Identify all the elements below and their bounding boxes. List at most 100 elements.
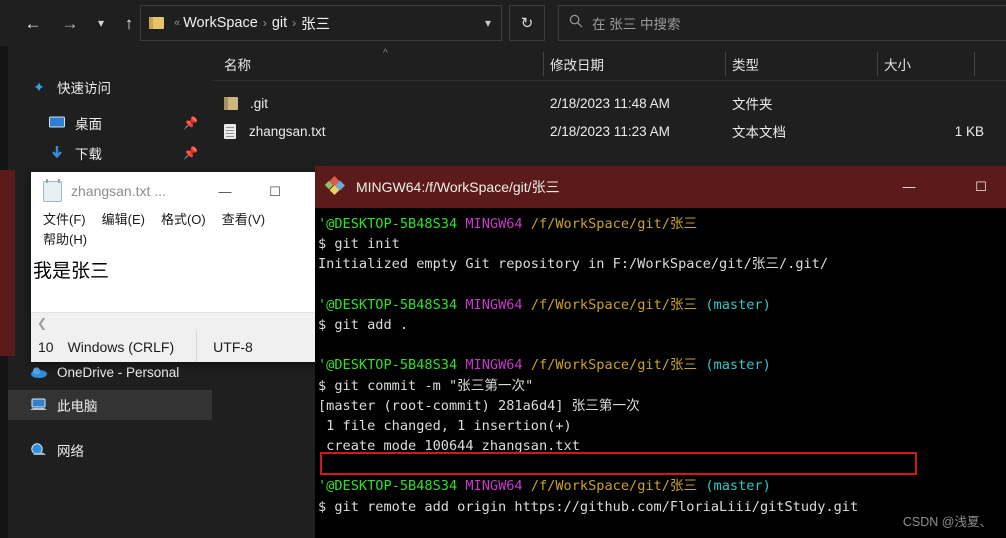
column-divider[interactable]: [974, 52, 975, 76]
menu-item-format[interactable]: 格式(O): [161, 210, 206, 230]
breadcrumb-overflow[interactable]: «: [174, 17, 180, 29]
notepad-horizontal-scrollbar[interactable]: ❮: [31, 312, 319, 332]
sidebar-item-label: 快速访问: [57, 81, 111, 96]
terminal-minimize-button[interactable]: —: [894, 179, 924, 194]
status-divider: [196, 331, 198, 362]
terminal-title: MINGW64:/f/WorkSpace/git/张三: [356, 179, 560, 195]
file-name-cell[interactable]: zhangsan.txt: [224, 118, 544, 144]
file-size-cell: [884, 90, 984, 116]
chevron-down-icon[interactable]: ▾: [485, 16, 491, 30]
refresh-icon: ↻: [520, 15, 534, 32]
sidebar-item-this-pc[interactable]: 此电脑: [8, 390, 212, 420]
star-icon: ✦: [33, 79, 45, 95]
column-header-size[interactable]: 大小: [884, 48, 984, 80]
terminal-output[interactable]: '@DESKTOP-5B48S34 MINGW64 /f/WorkSpace/g…: [315, 208, 1006, 538]
menu-item-view[interactable]: 查看(V): [222, 210, 265, 230]
notepad-window[interactable]: zhangsan.txt ... — ☐ 文件(F) 编辑(E) 格式(O) 查…: [31, 172, 319, 362]
notepad-menu-bar-row1: 文件(F) 编辑(E) 格式(O) 查看(V): [31, 210, 319, 230]
sidebar-item-quick-access[interactable]: ✦ 快速访问: [8, 72, 212, 102]
file-list-header: 名称 修改日期 类型 大小: [212, 48, 1006, 81]
file-name: zhangsan.txt: [249, 123, 326, 139]
folder-icon: [224, 96, 238, 110]
prompt-shell: MINGW64: [465, 357, 523, 374]
back-button[interactable]: ←: [18, 8, 48, 38]
screen: ← → ▾ ↑ « WorkSpace › git › 张三 ▾ ↻ 在 张三 …: [0, 0, 1006, 538]
git-bash-window[interactable]: MINGW64:/f/WorkSpace/git/张三 — ☐ '@DESKTO…: [315, 166, 1006, 538]
sidebar-item-downloads[interactable]: 下载 📌: [8, 138, 212, 168]
terminal-prompt-line: '@DESKTOP-5B48S34 MINGW64 /f/WorkSpace/g…: [318, 355, 1006, 375]
terminal-prompt-line: '@DESKTOP-5B48S34 MINGW64 /f/WorkSpace/g…: [318, 476, 1006, 496]
notepad-status-bar: 10 Windows (CRLF) UTF-8: [31, 331, 319, 362]
notepad-menu-bar-row2: 帮助(H): [31, 230, 319, 250]
terminal-prompt-line: '@DESKTOP-5B48S34 MINGW64 /f/WorkSpace/g…: [318, 214, 1006, 234]
terminal-output-line: Initialized empty Git repository in F:/W…: [318, 254, 1006, 274]
menu-item-help[interactable]: 帮助(H): [43, 230, 87, 250]
table-row[interactable]: .git 2/18/2023 11:48 AM 文件夹: [212, 90, 1006, 116]
sort-ascending-icon: ^: [383, 48, 388, 59]
column-divider[interactable]: [725, 52, 726, 76]
terminal-blank-line: [318, 456, 1006, 476]
pin-icon[interactable]: 📌: [183, 116, 198, 130]
breadcrumb-item-git[interactable]: git: [272, 15, 287, 31]
breadcrumb-separator: ›: [292, 16, 297, 30]
download-icon: [48, 145, 66, 161]
sidebar-item-label: 桌面: [75, 117, 102, 132]
background-window-edge: [0, 170, 15, 356]
column-header-date[interactable]: 修改日期: [550, 48, 730, 80]
watermark: CSDN @浅夏、: [902, 515, 992, 529]
notepad-line-ending: Windows (CRLF): [67, 338, 175, 355]
file-date-cell: 2/18/2023 11:48 AM: [550, 95, 670, 111]
arrow-up-icon: ↑: [124, 13, 134, 33]
search-placeholder: 在 张三 中搜索: [592, 17, 681, 32]
folder-icon: [149, 17, 164, 29]
prompt-user: '@DESKTOP-5B48S34: [318, 216, 458, 232]
notepad-maximize-button[interactable]: ☐: [261, 184, 289, 200]
explorer-address-bar: ← → ▾ ↑ « WorkSpace › git › 张三 ▾ ↻ 在 张三 …: [0, 0, 1006, 46]
column-divider[interactable]: [877, 52, 878, 76]
terminal-text: $ git add .: [318, 316, 409, 333]
breadcrumb[interactable]: « WorkSpace › git › 张三 ▾: [140, 5, 502, 41]
sidebar-item-label: 网络: [57, 444, 84, 459]
prompt-branch: (master): [705, 357, 771, 374]
menu-item-edit[interactable]: 编辑(E): [102, 210, 145, 230]
terminal-text: $ git remote add origin https://github.c…: [318, 498, 859, 515]
scroll-left-arrow-icon[interactable]: ❮: [37, 316, 47, 330]
sidebar-item-label: OneDrive - Personal: [57, 364, 180, 380]
prompt-path: /f/WorkSpace/git/张三: [530, 296, 698, 313]
file-size-cell: 1 KB: [954, 123, 984, 139]
column-header-type[interactable]: 类型: [732, 48, 882, 80]
search-input[interactable]: 在 张三 中搜索: [558, 5, 1006, 41]
terminal-output-line: [master (root-commit) 281a6d4] 张三第一次: [318, 396, 1006, 416]
column-divider[interactable]: [543, 52, 544, 76]
prompt-shell: MINGW64: [465, 478, 523, 495]
breadcrumb-item-workspace[interactable]: WorkSpace: [183, 15, 258, 31]
refresh-button[interactable]: ↻: [509, 5, 545, 41]
terminal-maximize-button[interactable]: ☐: [966, 179, 996, 195]
pin-icon[interactable]: 📌: [183, 146, 198, 160]
sidebar-item-network[interactable]: 网络: [8, 435, 212, 465]
file-name: .git: [250, 95, 269, 111]
sidebar-item-desktop[interactable]: 桌面 📌: [8, 108, 212, 138]
recent-locations-button[interactable]: ▾: [86, 8, 116, 38]
prompt-path: /f/WorkSpace/git/张三: [530, 216, 698, 232]
terminal-text: $ git init: [318, 236, 400, 253]
terminal-text: $ git commit -m "张三第一次": [318, 377, 534, 394]
sidebar-item-label: 此电脑: [57, 399, 98, 414]
notepad-minimize-button[interactable]: —: [211, 184, 239, 199]
breadcrumb-item-zhangsan[interactable]: 张三: [301, 13, 330, 34]
forward-button[interactable]: →: [55, 8, 85, 38]
menu-item-file[interactable]: 文件(F): [43, 210, 86, 230]
table-row[interactable]: zhangsan.txt 2/18/2023 11:23 AM 文本文档 1 K…: [212, 118, 1006, 144]
git-bash-icon: [324, 176, 347, 198]
this-pc-icon: [30, 398, 48, 412]
notepad-text-area[interactable]: 我是张三: [31, 258, 319, 308]
file-name-cell[interactable]: .git: [224, 90, 544, 116]
arrow-left-icon: ←: [24, 13, 42, 33]
file-type-cell: 文本文档: [732, 125, 786, 140]
sidebar-item-label: 下载: [75, 147, 102, 162]
breadcrumb-separator: ›: [262, 16, 267, 30]
prompt-shell: MINGW64: [465, 216, 523, 232]
notepad-encoding: UTF-8: [213, 338, 253, 355]
terminal-text: 1 file changed, 1 insertion(+): [318, 417, 572, 434]
